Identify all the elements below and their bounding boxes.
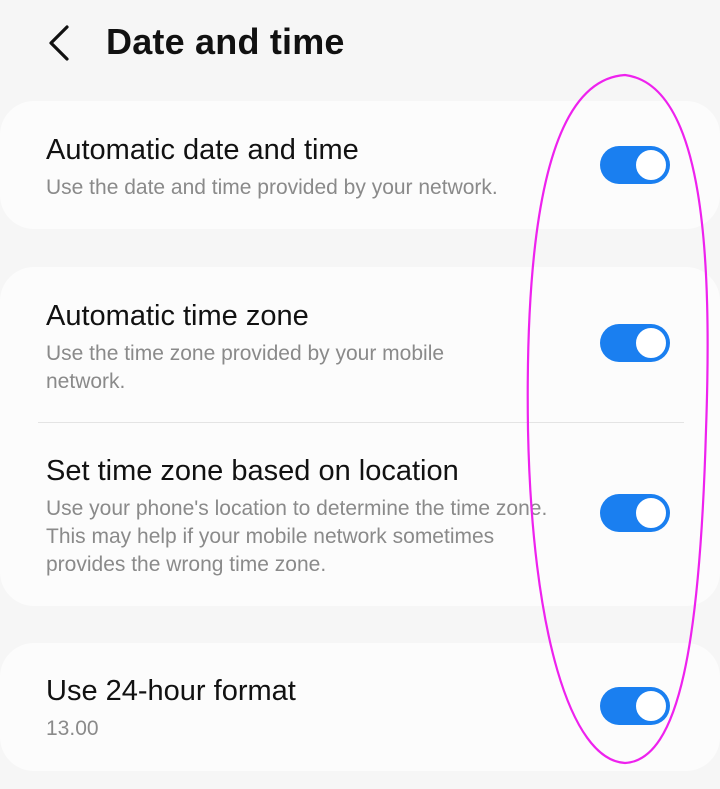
app-header: Date and time [0, 0, 720, 90]
settings-card-format: Use 24-hour format 13.00 [0, 643, 720, 771]
setting-subtitle: Use your phone's location to determine t… [46, 497, 548, 576]
setting-subtitle: Use the date and time provided by your n… [46, 176, 498, 199]
setting-time-zone-location[interactable]: Set time zone based on location Use your… [0, 423, 720, 606]
settings-card-date: Automatic date and time Use the date and… [0, 101, 720, 229]
setting-subtitle: 13.00 [46, 717, 99, 740]
back-button[interactable] [34, 18, 84, 68]
automatic-date-time-toggle[interactable] [600, 146, 670, 184]
toggle-knob [634, 326, 668, 360]
setting-automatic-time-zone[interactable]: Automatic time zone Use the time zone pr… [0, 267, 720, 422]
settings-card-timezone: Automatic time zone Use the time zone pr… [0, 267, 720, 606]
24-hour-format-toggle[interactable] [600, 687, 670, 725]
toggle-knob [634, 689, 668, 723]
toggle-knob [634, 148, 668, 182]
chevron-left-icon [49, 25, 69, 61]
setting-title: Automatic time zone [46, 300, 309, 332]
time-zone-location-toggle[interactable] [600, 494, 670, 532]
page-title: Date and time [106, 21, 345, 62]
setting-title: Automatic date and time [46, 134, 359, 166]
setting-automatic-date-time[interactable]: Automatic date and time Use the date and… [0, 101, 720, 229]
automatic-time-zone-toggle[interactable] [600, 324, 670, 362]
setting-title: Use 24-hour format [46, 675, 296, 707]
toggle-knob [634, 496, 668, 530]
setting-title: Set time zone based on location [46, 455, 459, 487]
setting-subtitle: Use the time zone provided by your mobil… [46, 342, 445, 393]
setting-24-hour-format[interactable]: Use 24-hour format 13.00 [0, 643, 720, 771]
